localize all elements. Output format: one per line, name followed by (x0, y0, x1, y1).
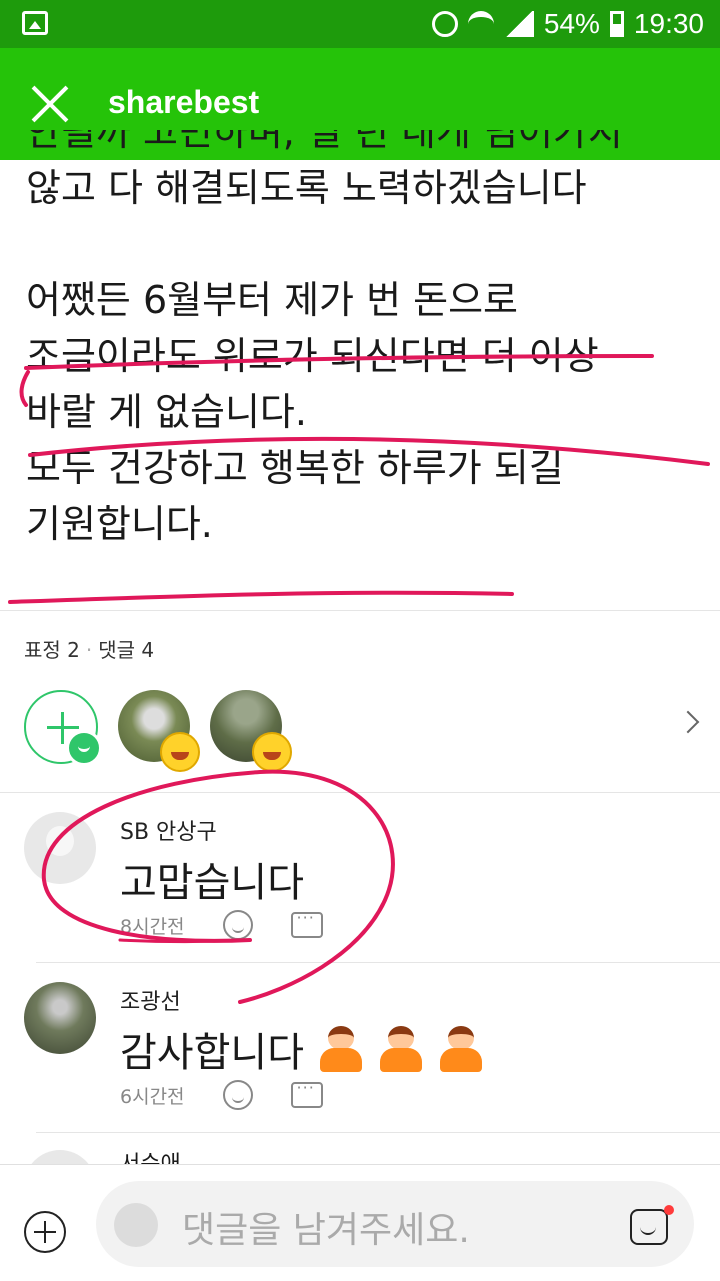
praying-emoji-icon (318, 1026, 364, 1072)
avatar[interactable] (24, 812, 96, 884)
divider (0, 610, 720, 611)
avatar (114, 1203, 158, 1247)
post-stats: 표정 2 · 댓글 4 (24, 638, 155, 662)
close-icon[interactable] (30, 84, 70, 124)
post-line (26, 216, 706, 272)
comment-meta: 6시간전 (120, 1078, 323, 1110)
reply-icon[interactable] (290, 908, 323, 938)
comment-input[interactable]: 댓글을 남겨주세요. (96, 1181, 694, 1267)
battery-icon (609, 11, 624, 37)
comment-text: 감사합니다 (120, 1030, 304, 1076)
reply-icon[interactable] (290, 1078, 323, 1108)
thumbs-up-emoji-icon (160, 732, 200, 772)
reaction-row (0, 688, 720, 772)
divider (0, 792, 720, 793)
post-line: 조금이라도 위로가 되신다면 더 이상 (26, 334, 599, 378)
post-line: 않고 다 해결되도록 노력하겠습니다 (26, 166, 587, 210)
clock: 19:30 (633, 8, 704, 39)
avatar[interactable] (24, 1150, 96, 1164)
app-title: sharebest (108, 84, 260, 120)
post-line: 모두 건강하고 행복한 하루가 되길 (26, 446, 564, 490)
battery-percent: 54% (543, 8, 600, 39)
notification-dot (664, 1205, 674, 1215)
comment-author[interactable]: SB 안상구 (120, 814, 217, 846)
post-cut-line: 안될까 고민하며, 일 년 내게 넘어가지 (26, 130, 623, 154)
post-line: 기원합니다. (26, 502, 213, 546)
comment-author[interactable]: 서순애 (120, 1152, 181, 1164)
praying-emoji-icon (378, 1026, 424, 1072)
reaction-count[interactable]: 표정 2 (24, 638, 80, 662)
comment-time: 8시간전 (120, 915, 185, 938)
comment-input-bar: 댓글을 남겨주세요. (0, 1164, 720, 1281)
wifi-icon (467, 11, 494, 37)
post-line: 바랄 게 없습니다. (26, 390, 307, 434)
smile-icon (66, 730, 102, 766)
thumbs-up-emoji-icon (252, 732, 292, 772)
divider (36, 1132, 720, 1133)
comment-input-placeholder: 댓글을 남겨주세요. (182, 1210, 470, 1251)
smile-icon[interactable] (222, 1080, 253, 1110)
post-line: 어쨌든 6월부터 제가 번 돈으로 (26, 278, 519, 322)
avatar[interactable] (24, 982, 96, 1054)
post-body: 안될까 고민하며, 일 년 내게 넘어가지 않고 다 해결되도록 노력하겠습니다… (26, 130, 706, 552)
alarm-icon (431, 11, 458, 37)
sticker-icon[interactable] (630, 1209, 668, 1245)
comment-meta: 8시간전 (120, 908, 323, 940)
divider (36, 962, 720, 963)
comment-author[interactable]: 조광선 (120, 984, 181, 1016)
praying-emoji-icon (438, 1026, 484, 1072)
comment-count[interactable]: 댓글 4 (98, 638, 154, 662)
comment-text: 고맙습니다 (120, 860, 304, 906)
comment-time: 6시간전 (120, 1085, 185, 1108)
comment-text-row: 감사합니다 (120, 1020, 484, 1078)
add-attachment-button[interactable] (24, 1211, 66, 1253)
chevron-right-icon[interactable] (676, 710, 700, 734)
signal-icon (503, 11, 534, 37)
status-bar: 54% 19:30 (0, 0, 720, 48)
gallery-notification-icon (22, 11, 48, 35)
smile-icon[interactable] (222, 910, 253, 940)
